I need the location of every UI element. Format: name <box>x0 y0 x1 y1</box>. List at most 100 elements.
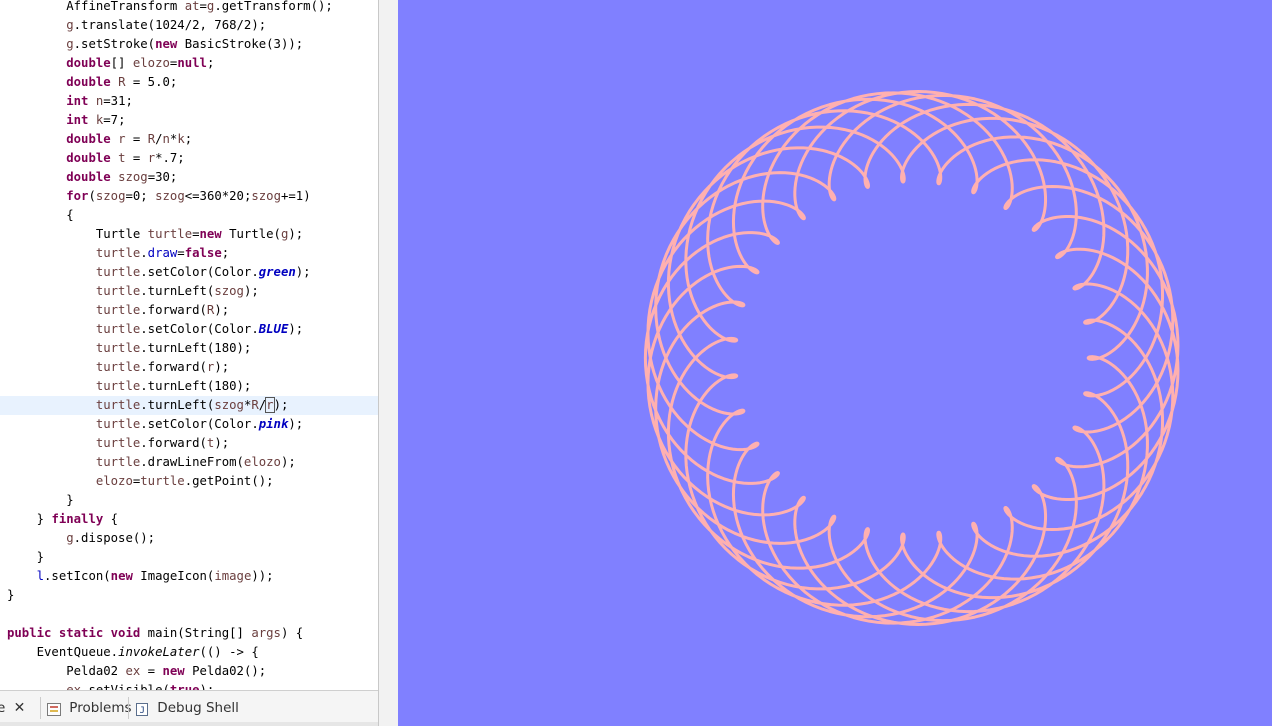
code-line[interactable] <box>0 605 378 624</box>
code-token: =7; <box>103 113 126 127</box>
code-line[interactable]: } <box>0 491 378 510</box>
view-splitter[interactable] <box>378 0 398 726</box>
code-line[interactable]: turtle.forward(t); <box>0 434 378 453</box>
code-line[interactable]: } finally { <box>0 510 378 529</box>
code-token: double <box>66 170 111 184</box>
code-line[interactable]: turtle.turnLeft(180); <box>0 339 378 358</box>
code-token: = <box>192 227 200 241</box>
code-line[interactable]: turtle.forward(r); <box>0 358 378 377</box>
code-token: new <box>162 664 185 678</box>
code-token: turtle <box>95 455 141 469</box>
tab-problems[interactable]: Problems <box>40 697 132 719</box>
tab-debug-shell-label: Debug Shell <box>157 700 239 716</box>
code-token: r <box>147 151 156 165</box>
code-token: szog <box>118 170 148 184</box>
code-line[interactable]: turtle.setColor(Color.pink); <box>0 415 378 434</box>
code-token: ex <box>125 664 141 678</box>
code-line[interactable]: turtle.draw=false; <box>0 244 378 263</box>
code-line[interactable]: double r = R/n*k; <box>0 130 378 149</box>
svg-text:J: J <box>140 706 145 716</box>
code-line[interactable]: double szog=30; <box>0 168 378 187</box>
code-token: main(String[] <box>140 626 252 640</box>
code-line[interactable]: double R = 5.0; <box>0 73 378 92</box>
code-line[interactable]: Pelda02 ex = new Pelda02(); <box>0 662 378 681</box>
code-token: draw <box>147 246 178 260</box>
code-token: ImageIcon( <box>132 569 215 583</box>
code-token: new <box>155 37 178 51</box>
code-line[interactable]: turtle.turnLeft(180); <box>0 377 378 396</box>
code-token: ); <box>288 417 304 431</box>
code-line[interactable]: g.translate(1024/2, 768/2); <box>0 16 378 35</box>
code-token: static <box>58 626 104 640</box>
code-editor[interactable]: AffineTransform at=g.getTransform(); g.t… <box>0 0 378 690</box>
code-token: double <box>66 56 111 70</box>
code-line[interactable]: } <box>0 586 378 605</box>
code-line[interactable]: l.setIcon(new ImageIcon(image)); <box>0 567 378 586</box>
code-token: image <box>214 569 252 583</box>
code-token: new <box>110 569 133 583</box>
code-line[interactable]: { <box>0 206 378 225</box>
code-token: .turnLeft(180); <box>140 341 252 355</box>
code-line[interactable]: public static void main(String[] args) { <box>0 624 378 643</box>
code-token: elozo <box>243 455 281 469</box>
code-token: .turnLeft( <box>140 398 215 412</box>
code-line[interactable]: g.setStroke(new BasicStroke(3)); <box>0 35 378 54</box>
code-line[interactable]: double t = r*.7; <box>0 149 378 168</box>
code-line[interactable]: turtle.drawLineFrom(elozo); <box>0 453 378 472</box>
tab-debug-shell[interactable]: J Debug Shell <box>128 697 239 719</box>
code-line[interactable]: g.dispose(); <box>0 529 378 548</box>
code-line[interactable]: } <box>0 548 378 567</box>
code-token: true <box>169 683 200 690</box>
code-line[interactable]: elozo=turtle.getPoint(); <box>0 472 378 491</box>
code-token: } <box>66 493 74 507</box>
code-token: (() -> { <box>199 645 259 659</box>
code-token: .turnLeft(180); <box>140 379 252 393</box>
code-line[interactable]: int k=7; <box>0 111 378 130</box>
code-token: turtle <box>95 398 141 412</box>
code-token: ); <box>273 398 289 412</box>
code-token: .getPoint(); <box>184 474 274 488</box>
code-token: pink <box>258 417 289 431</box>
tab-active[interactable]: e ✕ <box>0 697 25 719</box>
code-line[interactable]: turtle.setColor(Color.BLUE); <box>0 320 378 339</box>
code-token: null <box>177 56 207 70</box>
code-token: turtle <box>95 436 141 450</box>
code-line[interactable]: double[] elozo=null; <box>0 54 378 73</box>
code-line[interactable]: AffineTransform at=g.getTransform(); <box>0 0 378 16</box>
code-line[interactable]: EventQueue.invokeLater(() -> { <box>0 643 378 662</box>
code-token: = <box>125 132 148 146</box>
code-token: at <box>184 0 200 13</box>
code-line[interactable]: turtle.turnLeft(szog*R/r); <box>0 396 378 415</box>
code-line[interactable]: ex.setVisible(true); <box>0 681 378 690</box>
code-line[interactable]: turtle.setColor(Color.green); <box>0 263 378 282</box>
code-token: ; <box>221 246 230 260</box>
code-token: n <box>162 132 170 146</box>
close-icon[interactable]: ✕ <box>14 700 26 716</box>
code-token: BasicStroke(3)); <box>177 37 304 51</box>
code-token: turtle <box>95 265 141 279</box>
drawing-canvas <box>398 0 1272 726</box>
code-token: g <box>66 531 74 545</box>
code-line[interactable]: turtle.forward(R); <box>0 301 378 320</box>
code-line[interactable]: turtle.turnLeft(szog); <box>0 282 378 301</box>
code-line[interactable]: for(szog=0; szog<=360*20;szog+=1) <box>0 187 378 206</box>
code-token: for <box>66 189 89 203</box>
code-token: new <box>199 227 222 241</box>
code-token: szog <box>214 398 244 412</box>
code-line[interactable]: int n=31; <box>0 92 378 111</box>
code-line[interactable]: Turtle turtle=new Turtle(g); <box>0 225 378 244</box>
